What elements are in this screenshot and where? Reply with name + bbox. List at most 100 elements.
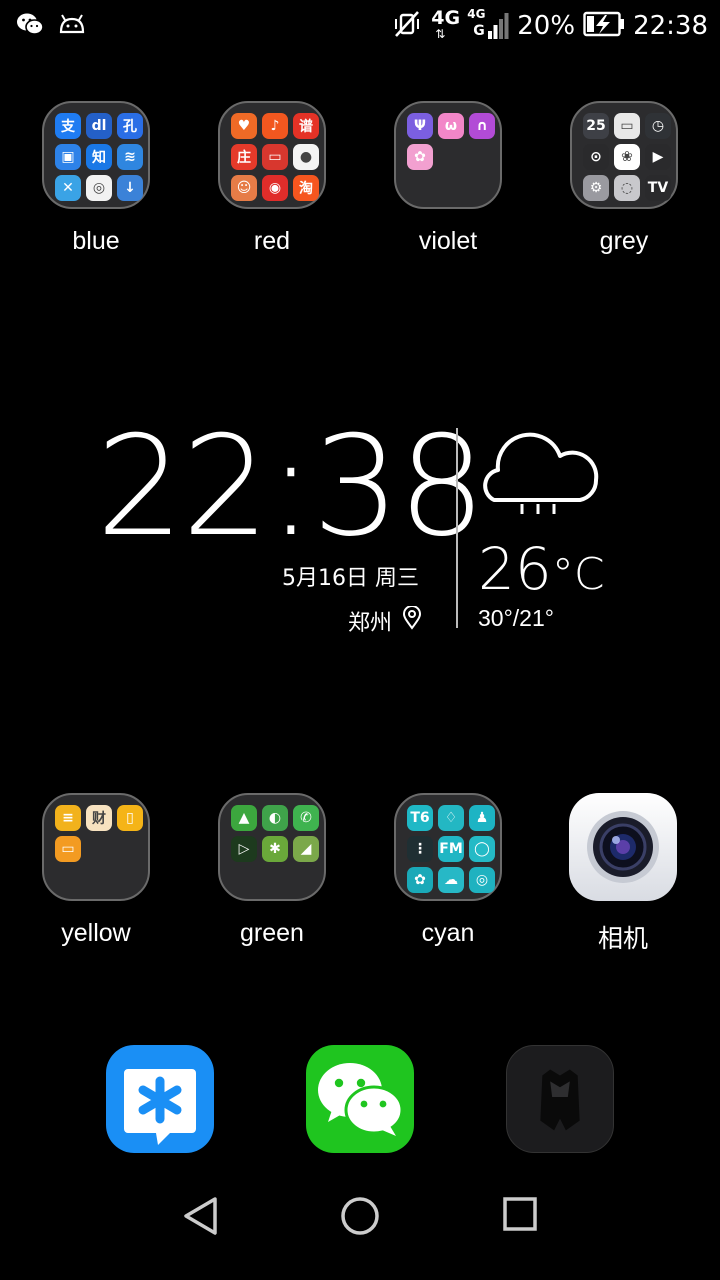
wechat-icon[interactable] bbox=[306, 1045, 414, 1153]
folder-app-icon: ▭ bbox=[614, 113, 640, 139]
folder-app-icon: 财 bbox=[86, 805, 112, 831]
folder-app-icon: ✱ bbox=[262, 836, 288, 862]
folder-red[interactable]: ♥ ♪ 谱庄 ▭ ● ☺ ◉ 淘 red bbox=[197, 101, 347, 256]
android-icon bbox=[58, 13, 86, 39]
folder-app-icon: ◯ bbox=[469, 836, 495, 862]
location[interactable]: 郑州 bbox=[348, 605, 422, 637]
camera-icon bbox=[569, 793, 677, 901]
network-4g-indicator: 4G ⇅ bbox=[431, 7, 461, 41]
folder-blue[interactable]: 支 dl 孔 ▣ 知 ≋ ✕ ◎ ↓ blue bbox=[21, 101, 171, 256]
folder-cyan[interactable]: T6 ♢ ♟ ⋮ FM ◯ ✿ ☁ ◎ cyan bbox=[373, 793, 523, 948]
folder-app-icon: ♪ bbox=[262, 113, 288, 139]
folder-app-icon: ⊙ bbox=[583, 144, 609, 170]
folder-app-icon: ◉ bbox=[262, 175, 288, 201]
folder-app-icon: ∩ bbox=[469, 113, 495, 139]
folder-app-icon: 知 bbox=[86, 144, 112, 170]
clock-colon: : bbox=[267, 406, 314, 567]
folder-app-icon: ♥ bbox=[231, 113, 257, 139]
clock-hours: 22 bbox=[96, 406, 270, 567]
battery-percent: 20% bbox=[517, 11, 576, 41]
temperature-value: 26 bbox=[478, 535, 552, 603]
folder-app-icon: TV bbox=[645, 175, 671, 201]
folder-label: yellow bbox=[61, 919, 131, 947]
folder-app-icon: ▲ bbox=[231, 805, 257, 831]
folder-green[interactable]: ▲ ◐ ✆ ▷ ✱ ◢ green bbox=[197, 793, 347, 948]
home-icon bbox=[340, 1197, 380, 1240]
folder-app-icon: ✿ bbox=[407, 867, 433, 893]
folder-app-icon: 孔 bbox=[117, 113, 143, 139]
widget-divider bbox=[456, 428, 458, 628]
batman-icon[interactable] bbox=[506, 1045, 614, 1153]
battery-charging-icon bbox=[583, 11, 625, 41]
city-label: 郑州 bbox=[348, 611, 393, 636]
home-button[interactable] bbox=[340, 1196, 380, 1240]
signal-icon: 4G G bbox=[467, 7, 509, 45]
folder-app-icon: ω bbox=[438, 113, 464, 139]
folder-grey[interactable]: 25 ▭ ◷ ⊙ ❀ ▶ ⚙ ◌ TV grey bbox=[549, 101, 699, 256]
back-button[interactable] bbox=[182, 1196, 220, 1240]
folder-app-icon: ♢ bbox=[438, 805, 464, 831]
folder-app-icon: ◐ bbox=[262, 805, 288, 831]
folder-app-icon: ❀ bbox=[614, 144, 640, 170]
recents-button[interactable] bbox=[502, 1196, 538, 1236]
folder-yellow[interactable]: ≡ 财 ▯ ▭ yellow bbox=[21, 793, 171, 948]
folder-app-icon: 支 bbox=[55, 113, 81, 139]
back-icon bbox=[182, 1197, 220, 1240]
folder-app-icon: ▭ bbox=[262, 144, 288, 170]
folder-app-icon: dl bbox=[86, 113, 112, 139]
folder-app-icon: ▭ bbox=[55, 836, 81, 862]
folder-label: violet bbox=[418, 227, 478, 255]
folder-app-icon: ◷ bbox=[645, 113, 671, 139]
wechat-notification-icon bbox=[16, 12, 44, 40]
folder-label: grey bbox=[599, 227, 649, 255]
folder-app-icon: ▯ bbox=[117, 805, 143, 831]
folder-app-icon: ☺ bbox=[231, 175, 257, 201]
folder-icon: 支 dl 孔 ▣ 知 ≋ ✕ ◎ ↓ bbox=[42, 101, 150, 209]
folder-app-icon: ↓ bbox=[117, 175, 143, 201]
folder-label: red bbox=[253, 227, 291, 255]
folder-app-icon: ◌ bbox=[614, 175, 640, 201]
tim-icon[interactable] bbox=[106, 1045, 214, 1153]
folder-app-icon: ▷ bbox=[231, 836, 257, 862]
date-label: 5月16日 周三 bbox=[282, 566, 419, 591]
folder-app-icon: 25 bbox=[583, 113, 609, 139]
vibrate-off-icon bbox=[393, 9, 421, 43]
folder-icon: Ψω ∩ ✿ bbox=[394, 101, 502, 209]
folder-app-icon: ≋ bbox=[117, 144, 143, 170]
folder-app-icon: ● bbox=[293, 144, 319, 170]
camera-app-label: 相机 bbox=[597, 925, 648, 953]
folder-icon: ♥ ♪ 谱庄 ▭ ● ☺ ◉ 淘 bbox=[218, 101, 326, 209]
folder-app-icon: ≡ bbox=[55, 805, 81, 831]
folder-app-icon: ✆ bbox=[293, 805, 319, 831]
folder-icon: T6 ♢ ♟ ⋮ FM ◯ ✿ ☁ ◎ bbox=[394, 793, 502, 901]
folder-icon: ▲ ◐ ✆ ▷ ✱ ◢ bbox=[218, 793, 326, 901]
recents-icon bbox=[502, 1197, 538, 1236]
folder-app-icon: Ψ bbox=[407, 113, 433, 139]
folder-app-icon: 庄 bbox=[231, 144, 257, 170]
folder-icon: ≡ 财 ▯ ▭ bbox=[42, 793, 150, 901]
camera-app[interactable]: 相机 bbox=[548, 793, 698, 955]
folder-app-icon: ◎ bbox=[469, 867, 495, 893]
folder-app-icon: ◢ bbox=[293, 836, 319, 862]
folder-app-icon: ✿ bbox=[407, 144, 433, 170]
status-time: 22:38 bbox=[633, 11, 708, 41]
folder-app-icon: ▣ bbox=[55, 144, 81, 170]
folder-label: green bbox=[240, 919, 304, 947]
folder-app-icon: 谱 bbox=[293, 113, 319, 139]
location-pin-icon bbox=[402, 605, 422, 636]
folder-app-icon: 淘 bbox=[293, 175, 319, 201]
temperature-range: 30°/21° bbox=[478, 605, 554, 631]
folder-app-icon: ♟ bbox=[469, 805, 495, 831]
clock-time[interactable]: 22:38 bbox=[96, 406, 486, 567]
temperature: 26°C bbox=[478, 535, 605, 603]
folder-app-icon: ◎ bbox=[86, 175, 112, 201]
status-bar[interactable]: 4G ⇅ 4G G 20% 22:38 bbox=[0, 0, 720, 52]
folder-app-icon: ☁ bbox=[438, 867, 464, 893]
folder-label: blue bbox=[72, 227, 120, 255]
folder-violet[interactable]: Ψω ∩ ✿ violet bbox=[373, 101, 523, 256]
folder-app-icon: T6 bbox=[407, 805, 433, 831]
folder-icon: 25 ▭ ◷ ⊙ ❀ ▶ ⚙ ◌ TV bbox=[570, 101, 678, 209]
folder-app-icon: ⋮ bbox=[407, 836, 433, 862]
folder-app-icon: FM bbox=[438, 836, 464, 862]
temperature-unit: °C bbox=[551, 549, 605, 600]
